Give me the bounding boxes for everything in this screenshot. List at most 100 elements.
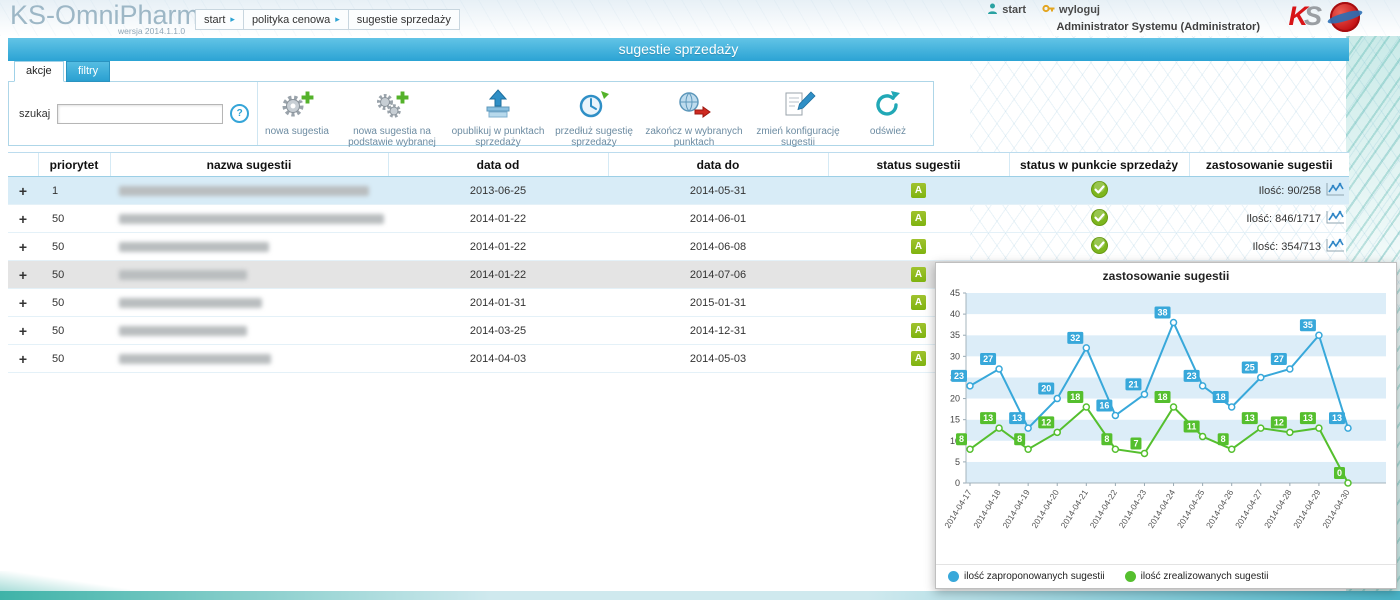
status-badge: A	[911, 351, 926, 366]
svg-text:20: 20	[1041, 384, 1051, 394]
svg-text:21: 21	[1128, 379, 1138, 389]
breadcrumb-arrow-icon: ▸	[335, 14, 340, 25]
pos-status-ok-icon	[1091, 237, 1108, 257]
usage-chart-icon[interactable]	[1325, 238, 1345, 256]
svg-text:18: 18	[1216, 392, 1226, 402]
col-status-sugestii[interactable]: status sugestii	[828, 153, 1009, 177]
legend-item: ilość zrealizowanych sugestii	[1125, 571, 1269, 582]
finish-icon	[676, 88, 712, 125]
breadcrumb-item-start[interactable]: start ▸	[195, 9, 244, 30]
date-from-cell: 2014-01-31	[388, 289, 608, 317]
breadcrumb-item-sugestie-sprzedazy[interactable]: sugestie sprzedaży	[348, 9, 460, 30]
col-nazwa-sugestii[interactable]: nazwa sugestii	[110, 153, 388, 177]
start-link[interactable]: start	[987, 3, 1026, 17]
refresh-icon	[870, 88, 906, 125]
expand-button[interactable]: +	[8, 289, 38, 317]
date-to-cell: 2015-01-31	[608, 289, 828, 317]
priority-cell: 50	[38, 317, 110, 345]
expand-button[interactable]: +	[8, 177, 38, 205]
col-zastosowanie[interactable]: zastosowanie sugestii	[1189, 153, 1349, 177]
date-to-cell: 2014-07-06	[608, 261, 828, 289]
toolbar-button[interactable]: nowa sugestia na podstawie wybranej	[336, 82, 448, 145]
toolbar-button[interactable]: zakończ w wybranych punktach	[640, 82, 748, 145]
status-badge: A	[911, 295, 926, 310]
priority-cell: 50	[38, 205, 110, 233]
toolbar-buttons: nowa sugestia nowa sugestia na podstawie…	[257, 82, 933, 145]
redacted-name	[119, 326, 247, 336]
svg-text:2014-04-19: 2014-04-19	[1000, 488, 1032, 530]
expand-button[interactable]: +	[8, 233, 38, 261]
tab-filtry[interactable]: filtry	[66, 61, 110, 82]
legend-dot-icon	[1125, 571, 1136, 582]
svg-text:45: 45	[950, 288, 960, 298]
table-row[interactable]: + 1 2013-06-25 2014-05-31 A Ilość: 90/25…	[8, 177, 1349, 205]
status-badge: A	[911, 323, 926, 338]
date-to-cell: 2014-06-08	[608, 233, 828, 261]
col-data-do[interactable]: data do	[608, 153, 828, 177]
chart-legend: ilość zaproponowanych sugestiiilość zrea…	[936, 564, 1396, 588]
breadcrumb-item-polityka-cenowa[interactable]: polityka cenowa ▸	[243, 9, 349, 30]
expand-button[interactable]: +	[8, 261, 38, 289]
svg-text:32: 32	[1070, 333, 1080, 343]
status-badge: A	[911, 267, 926, 282]
usage-chart-panel: zastosowanie sugestii 051015202530354045…	[935, 262, 1397, 589]
svg-text:2014-04-30: 2014-04-30	[1320, 488, 1352, 530]
svg-text:11: 11	[1187, 422, 1197, 432]
toolbar-button[interactable]: zmień konfigurację sugestii	[748, 82, 848, 145]
help-icon[interactable]: ?	[230, 104, 249, 123]
toolbar-button[interactable]: odśwież	[848, 82, 928, 145]
date-to-cell: 2014-05-03	[608, 345, 828, 373]
redacted-name	[119, 242, 269, 252]
logged-user-label: Administrator Systemu (Administrator)	[1056, 21, 1260, 33]
expand-button[interactable]: +	[8, 317, 38, 345]
pos-status-ok-icon	[1091, 209, 1108, 229]
svg-text:18: 18	[1158, 392, 1168, 402]
date-from-cell: 2014-01-22	[388, 233, 608, 261]
col-priorytet[interactable]: priorytet	[38, 153, 110, 177]
svg-text:20: 20	[950, 394, 960, 404]
svg-text:25: 25	[1245, 362, 1255, 372]
priority-cell: 50	[38, 289, 110, 317]
usage-chart-icon[interactable]	[1325, 210, 1345, 228]
toolbar-button[interactable]: przedłuż sugestię sprzedaży	[548, 82, 640, 145]
table-row[interactable]: + 50 2014-01-22 2014-06-08 A Ilość: 354/…	[8, 233, 1349, 261]
table-row[interactable]: + 50 2014-01-22 2014-06-01 A Ilość: 846/…	[8, 205, 1349, 233]
date-from-cell: 2014-01-22	[388, 205, 608, 233]
gears-plus-icon	[374, 88, 410, 125]
svg-text:2014-04-28: 2014-04-28	[1262, 488, 1294, 530]
col-status-w-punkcie[interactable]: status w punkcie sprzedaży	[1009, 153, 1189, 177]
search-input[interactable]	[57, 104, 223, 124]
breadcrumb: start ▸ polityka cenowa ▸ sugestie sprze…	[196, 9, 460, 30]
usage-text: Ilość: 846/1717	[1246, 213, 1321, 225]
date-to-cell: 2014-06-01	[608, 205, 828, 233]
priority-cell: 50	[38, 345, 110, 373]
bottom-left-wedge-decoration	[0, 571, 130, 591]
logout-link[interactable]: wyloguj	[1042, 3, 1100, 17]
usage-chart-icon[interactable]	[1325, 182, 1345, 200]
svg-text:2014-04-17: 2014-04-17	[942, 488, 974, 530]
date-from-cell: 2014-03-25	[388, 317, 608, 345]
usage-text: Ilość: 354/713	[1253, 241, 1322, 253]
col-data-od[interactable]: data od	[388, 153, 608, 177]
svg-text:12: 12	[1041, 417, 1051, 427]
toolbar-button[interactable]: nowa sugestia	[258, 82, 336, 145]
redacted-name	[119, 354, 271, 364]
publish-icon	[480, 88, 516, 125]
expand-button[interactable]: +	[8, 205, 38, 233]
priority-cell: 50	[38, 233, 110, 261]
edit-config-icon	[780, 88, 816, 125]
status-badge: A	[911, 239, 926, 254]
svg-text:7: 7	[1133, 438, 1138, 448]
svg-text:27: 27	[1274, 354, 1284, 364]
svg-text:12: 12	[1274, 417, 1284, 427]
bottom-teal-bar-decoration	[0, 591, 1400, 600]
status-badge: A	[911, 183, 926, 198]
expand-button[interactable]: +	[8, 345, 38, 373]
tab-akcje[interactable]: akcje	[14, 61, 64, 82]
gear-plus-icon	[279, 88, 315, 125]
toolbar-button[interactable]: opublikuj w punktach sprzedaży	[448, 82, 548, 145]
redacted-name	[119, 298, 262, 308]
svg-text:13: 13	[1332, 413, 1342, 423]
svg-text:2014-04-20: 2014-04-20	[1029, 488, 1061, 530]
priority-cell: 1	[38, 177, 110, 205]
